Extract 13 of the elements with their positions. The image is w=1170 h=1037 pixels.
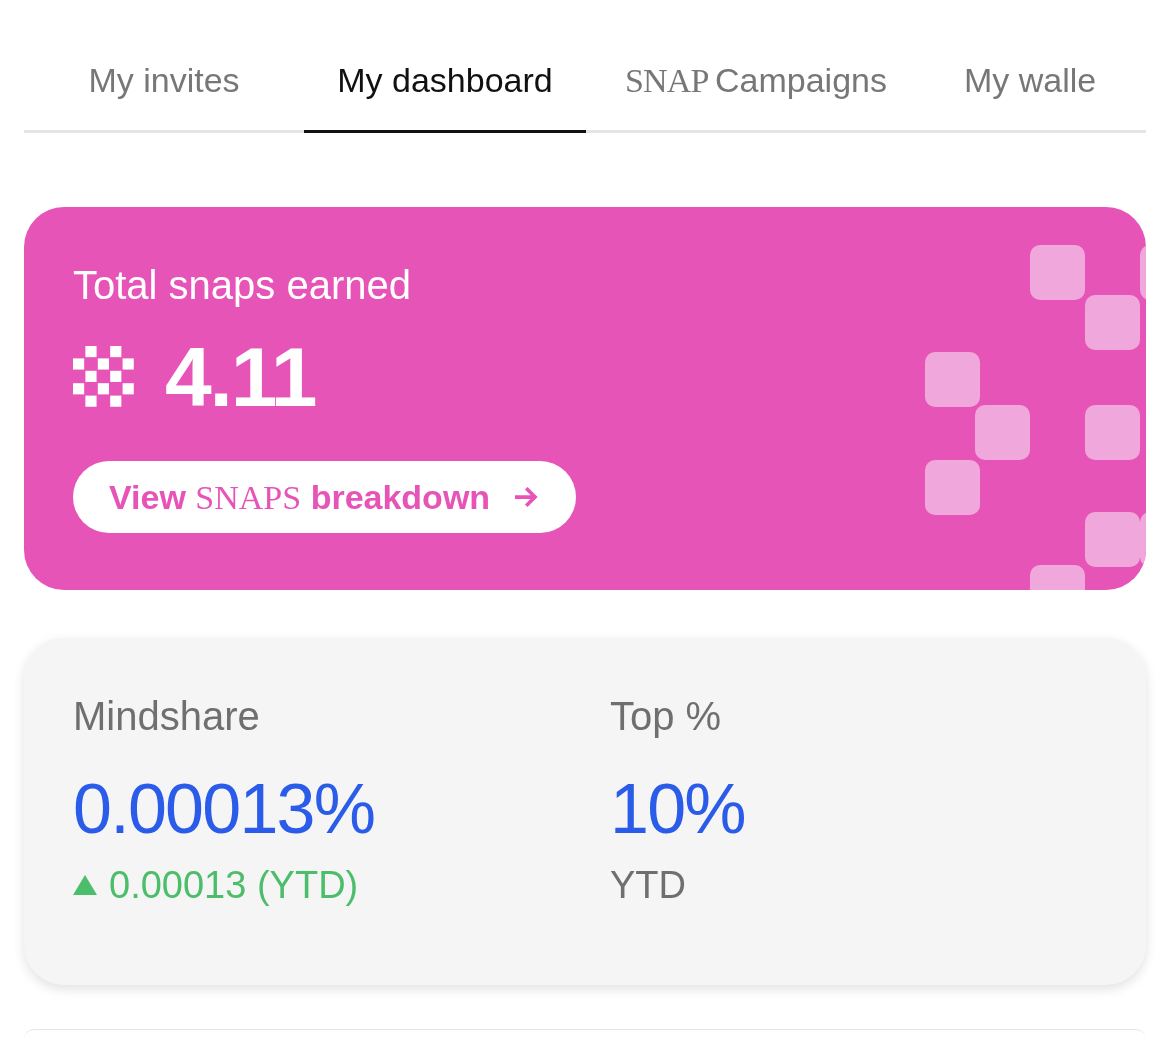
tab[interactable]: SNAP Campaigns bbox=[586, 55, 926, 133]
tab[interactable]: My dashboard bbox=[304, 55, 586, 133]
tab[interactable]: My invites bbox=[24, 55, 304, 133]
breakdown-button[interactable]: View SNAPS breakdown bbox=[73, 461, 577, 533]
stat-value: 0.00013% bbox=[73, 774, 376, 844]
stat-note: YTD bbox=[610, 866, 687, 904]
snaps-amount: 4.11 bbox=[165, 335, 316, 419]
tab[interactable]: My walle bbox=[926, 55, 1115, 133]
card-title: Total snaps earned bbox=[73, 265, 412, 305]
stat-label: Top % bbox=[610, 696, 723, 736]
stat-label: Mindshare bbox=[73, 696, 261, 736]
stat-value: 10% bbox=[610, 774, 746, 844]
stat-change: 0.00013 (YTD) bbox=[109, 866, 359, 904]
